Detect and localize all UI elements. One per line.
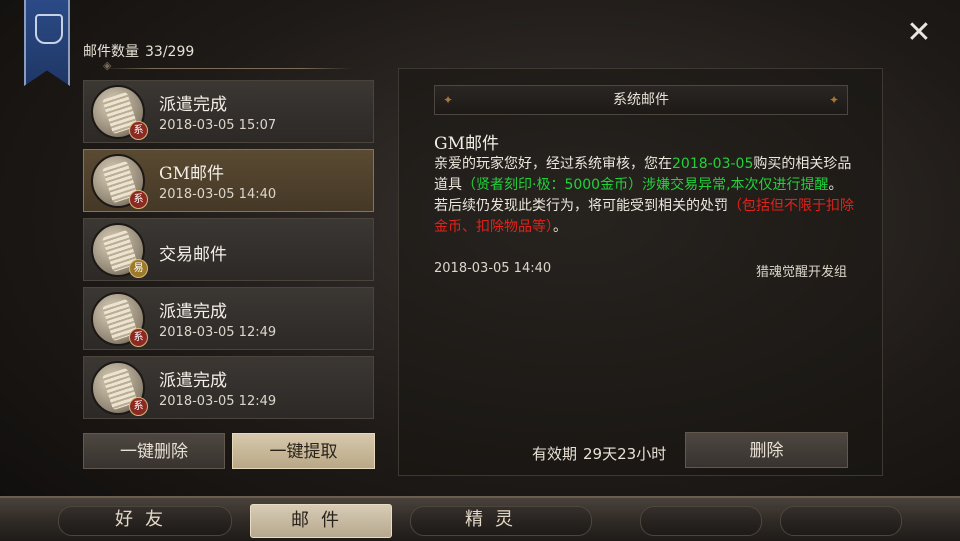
mail-time: 2018-03-05 15:07 [159, 118, 277, 133]
detail-header: ✦ 系统邮件 ✦ [434, 85, 848, 115]
detail-sender: 猎魂觉醒开发组 [755, 265, 847, 280]
system-badge: 系 [129, 328, 148, 347]
delete-button[interactable]: 删除 [685, 432, 848, 468]
detail-body: 亲爱的玩家您好，经过系统审核，您在2018-03-05购买的相关珍品道具（贤者刻… [434, 154, 854, 238]
detail-title: GM邮件 [434, 134, 499, 154]
system-badge: 系 [129, 190, 148, 209]
mail-time: 2018-03-05 12:49 [159, 394, 277, 409]
mail-count-value: 33/299 [145, 44, 195, 60]
system-badge: 系 [129, 121, 148, 140]
mail-count: 邮件数量 33/299 [83, 41, 194, 61]
star-ornament-icon: ✦ [443, 93, 454, 107]
system-badge: 系 [129, 397, 148, 416]
bottom-tab-bar: 好友 邮件 精灵 [0, 496, 960, 541]
mail-title: 派遣完成 [159, 371, 227, 391]
mail-item-gm[interactable]: 系 GM邮件 2018-03-05 14:40 [83, 149, 374, 212]
divider-ornament [83, 59, 373, 74]
item-highlight: （贤者刻印·极：5000金币）涉嫌交易异常,本次仅进行提醒 [462, 177, 829, 193]
mug-icon [35, 14, 63, 44]
mail-item-trade[interactable]: 易 交易邮件 [83, 218, 374, 281]
mail-time: 2018-03-05 12:49 [159, 325, 277, 340]
mail-title: 交易邮件 [159, 245, 227, 265]
mail-time: 2018-03-05 14:40 [159, 187, 277, 202]
mail-item-dispatch-2[interactable]: 系 派遣完成 2018-03-05 12:49 [83, 287, 374, 350]
body-text: 。 [553, 219, 567, 235]
date-highlight: 2018-03-05 [672, 156, 754, 172]
tab-friends[interactable]: 好友 [80, 504, 210, 536]
validity-value: 29天23小时 [583, 445, 667, 463]
close-button[interactable]: ✕ [904, 18, 934, 48]
trade-badge: 易 [129, 259, 148, 278]
validity: 有效期 29天23小时 [532, 443, 666, 464]
detail-header-label: 系统邮件 [613, 92, 669, 108]
mail-item-dispatch-3[interactable]: 系 派遣完成 2018-03-05 12:49 [83, 356, 374, 419]
guild-banner [24, 0, 70, 86]
mail-title: 派遣完成 [159, 95, 227, 115]
mail-title: GM邮件 [159, 164, 224, 184]
mail-list: 系 派遣完成 2018-03-05 15:07 系 GM邮件 2018-03-0… [83, 80, 374, 425]
tab-spirit[interactable]: 精灵 [430, 504, 560, 536]
body-text: 亲爱的玩家您好，经过系统审核，您在 [434, 156, 672, 172]
tab-frame [640, 506, 762, 536]
tab-mail[interactable]: 邮件 [250, 504, 392, 538]
mail-count-label: 邮件数量 [83, 44, 139, 60]
collect-all-button[interactable]: 一键提取 [232, 433, 375, 469]
validity-label: 有效期 [532, 445, 578, 463]
mail-item-dispatch-1[interactable]: 系 派遣完成 2018-03-05 15:07 [83, 80, 374, 143]
delete-all-button[interactable]: 一键删除 [83, 433, 225, 469]
mail-detail-panel: ✦ 系统邮件 ✦ GM邮件 亲爱的玩家您好，经过系统审核，您在2018-03-0… [398, 68, 883, 476]
mail-title: 派遣完成 [159, 302, 227, 322]
detail-date: 2018-03-05 14:40 [434, 261, 552, 276]
tab-frame [780, 506, 902, 536]
star-ornament-icon: ✦ [828, 93, 839, 107]
